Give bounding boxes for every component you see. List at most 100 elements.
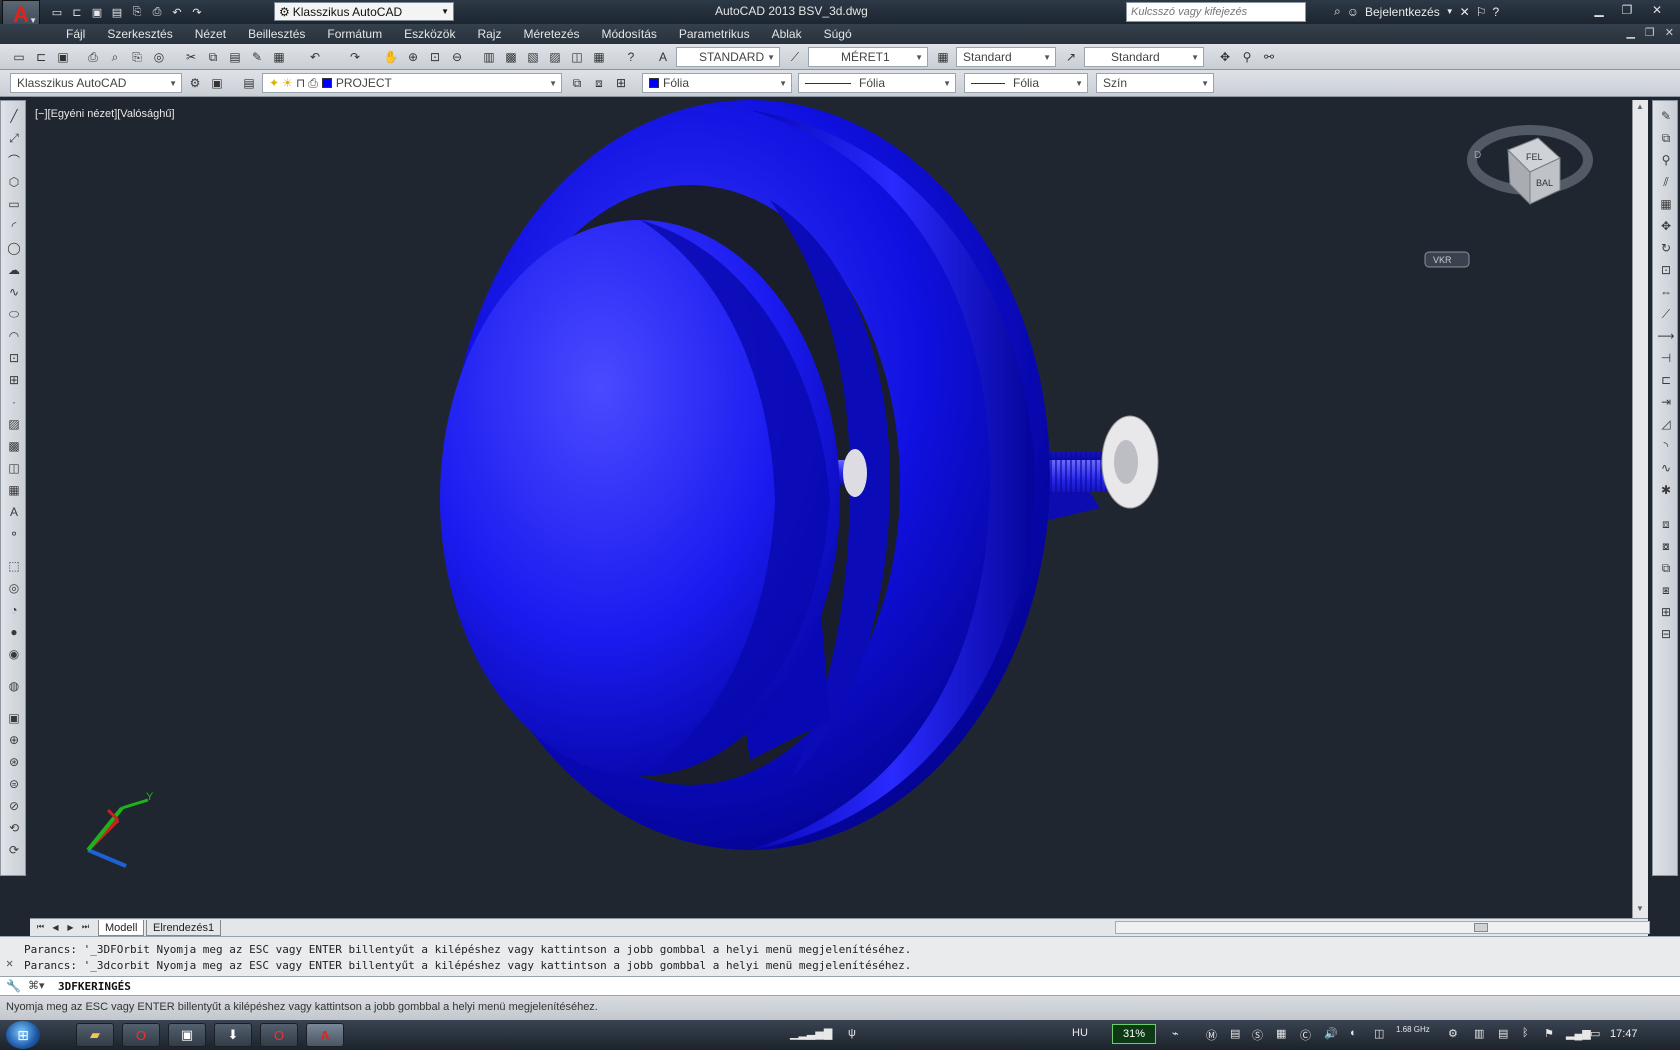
help-icon[interactable]: ? [1492, 5, 1499, 19]
globe-grid-icon[interactable]: ⊜ [5, 775, 23, 793]
insert-block-icon[interactable]: ⊡ [5, 349, 23, 367]
calculator-icon[interactable]: ▦ [590, 48, 608, 66]
save-icon[interactable]: ▣ [88, 3, 106, 21]
command-input[interactable]: 3DFKERINGÉS [58, 980, 131, 993]
layer-properties-icon[interactable]: ▤ [240, 74, 258, 92]
tray-app-icon[interactable]: Ⓜ [1206, 1027, 1217, 1043]
table-style-icon[interactable]: ▦ [934, 48, 952, 66]
stretch-icon[interactable]: ⇔ [1657, 283, 1675, 301]
tab-model[interactable]: Modell [98, 920, 145, 936]
color-select[interactable]: Fólia ▼ [642, 73, 792, 93]
text-front-icon[interactable]: ⊞ [1657, 603, 1675, 621]
menu-item-modify[interactable]: Módosítás [591, 27, 668, 41]
wifi-icon[interactable]: ψ [848, 1027, 856, 1039]
help-icon[interactable]: ? [622, 48, 640, 66]
menu-item-help[interactable]: Súgó [813, 27, 863, 41]
menu-item-draw[interactable]: Rajz [466, 27, 512, 41]
zoom-realtime-icon[interactable]: ⊕ [404, 48, 422, 66]
trim-icon[interactable]: ⟋ [1657, 305, 1675, 323]
vertical-scrollbar[interactable]: ▲ ▼ [1632, 100, 1648, 918]
dim-style-icon[interactable]: ⟋ [786, 48, 804, 66]
rectangle-icon[interactable]: ▭ [5, 195, 23, 213]
break-at-point-icon[interactable]: ⊣ [1657, 349, 1675, 367]
zoom-window-icon[interactable]: ⊡ [426, 48, 444, 66]
layer-select[interactable]: ✦ ☀ ⊓ ⎙ PROJECT ▼ [262, 73, 562, 93]
clock[interactable]: 17:47 [1610, 1028, 1638, 1040]
scroll-up-icon[interactable]: ▲ [1636, 102, 1644, 111]
redo-icon[interactable]: ↷ [188, 3, 206, 21]
menu-item-dimension[interactable]: Méretezés [512, 27, 590, 41]
circle-icon[interactable]: ◯ [5, 239, 23, 257]
binoculars-icon[interactable]: ⌕ [1334, 4, 1341, 19]
login-area[interactable]: ⌕ ☺ Bejelentkezés ▼ ✕ ⚐ ? [1334, 4, 1499, 19]
copy-object-icon[interactable]: ⧉ [1657, 129, 1675, 147]
next-tab-icon[interactable]: ▶ [64, 920, 77, 934]
login-button[interactable]: Bejelentkezés [1365, 5, 1440, 19]
horizontal-scrollbar[interactable] [1115, 921, 1650, 934]
rotate-icon[interactable]: ↻ [1657, 239, 1675, 257]
multileader-style-icon[interactable]: ↗ [1062, 48, 1080, 66]
chevron-down-icon[interactable]: ▼ [1446, 7, 1454, 16]
horizontal-scroll-thumb[interactable] [1474, 923, 1488, 932]
make-current-layer-icon[interactable]: ⧉ [568, 74, 586, 92]
draworder-under-icon[interactable]: ⧆ [1657, 581, 1675, 599]
polyline-icon[interactable]: ⌒ [5, 151, 23, 169]
draworder-front-icon[interactable]: ⧈ [1657, 515, 1675, 533]
cone-icon[interactable]: ◔ [5, 601, 23, 619]
menu-item-parametric[interactable]: Parametrikus [668, 27, 761, 41]
restore-button[interactable]: ❐ [1614, 0, 1640, 20]
workspace-save-icon[interactable]: ▣ [208, 74, 226, 92]
doc-minimize-button[interactable]: ▁ [1626, 26, 1634, 39]
join-icon[interactable]: ⇥ [1657, 393, 1675, 411]
new-file-icon[interactable]: ▭ [10, 48, 28, 66]
tray-app-icon[interactable]: ◫ [1374, 1027, 1384, 1040]
draworder-above-icon[interactable]: ⧉ [1657, 559, 1675, 577]
menu-item-file[interactable]: Fájl [55, 27, 96, 41]
table-icon[interactable]: ▦ [5, 481, 23, 499]
workspace-settings-icon[interactable]: ⚙ [186, 74, 204, 92]
signal-icon[interactable]: ▂▄▆ [1566, 1027, 1591, 1040]
ellipse-icon[interactable]: ⬭ [5, 305, 23, 323]
first-tab-icon[interactable]: ⏮ [34, 920, 47, 934]
open-folder-icon[interactable]: ⊏ [68, 3, 86, 21]
prev-tab-icon[interactable]: ◀ [49, 920, 62, 934]
arc-icon[interactable]: ◜ [5, 217, 23, 235]
cut-icon[interactable]: ✂ [182, 48, 200, 66]
construction-line-icon[interactable]: ⤢ [5, 129, 23, 147]
multileader-style-select[interactable]: Standard ▼ [1084, 47, 1204, 67]
save-as-icon[interactable]: ▤ [108, 3, 126, 21]
explode-icon[interactable]: ✱ [1657, 481, 1675, 499]
volume-icon[interactable]: 🔊 [1324, 1027, 1338, 1040]
revision-cloud-icon[interactable]: ☁ [5, 261, 23, 279]
wrench-icon[interactable]: 🔧 [6, 979, 21, 993]
zoom-previous-icon[interactable]: ⊖ [448, 48, 466, 66]
favorites-icon[interactable]: ⚐ [1476, 5, 1487, 19]
tray-app-icon[interactable]: ▤ [1498, 1027, 1508, 1040]
block-editor-icon[interactable]: ▦ [270, 48, 288, 66]
3d-print-icon[interactable]: ◎ [150, 48, 168, 66]
pan-hand-icon[interactable]: ✋ [382, 48, 400, 66]
match-properties-icon[interactable]: ✎ [248, 48, 266, 66]
view-top-icon[interactable]: ▣ [5, 709, 23, 727]
close-button[interactable]: ✕ [1644, 0, 1670, 20]
paste-icon[interactable]: ▤ [226, 48, 244, 66]
tray-app-icon[interactable]: Ⓢ [1252, 1027, 1263, 1043]
sheet-set-icon[interactable]: ▨ [546, 48, 564, 66]
table-style-select[interactable]: Standard ▼ [956, 47, 1056, 67]
gradient-icon[interactable]: ▩ [5, 437, 23, 455]
exchange-icon[interactable]: ✕ [1460, 5, 1470, 19]
menu-item-view[interactable]: Nézet [184, 27, 237, 41]
taskbar-opera-button[interactable]: O [122, 1023, 160, 1047]
publish-icon[interactable]: ⎘ [128, 3, 146, 21]
flag-icon[interactable]: ⚑ [1544, 1027, 1554, 1040]
language-indicator[interactable]: HU [1072, 1027, 1088, 1039]
line-icon[interactable]: ╱ [5, 107, 23, 125]
tab-layout1[interactable]: Elrendezés1 [146, 920, 222, 936]
ellipse-arc-icon[interactable]: ◠ [5, 327, 23, 345]
menu-item-insert[interactable]: Beillesztés [237, 27, 316, 41]
undo-icon[interactable]: ↶ [168, 3, 186, 21]
search-input[interactable] [1126, 2, 1306, 22]
scale-icon[interactable]: ⊡ [1657, 261, 1675, 279]
tray-app-icon[interactable]: ▤ [1230, 1027, 1240, 1040]
taskbar-floppy-button[interactable]: ▣ [168, 1023, 206, 1047]
